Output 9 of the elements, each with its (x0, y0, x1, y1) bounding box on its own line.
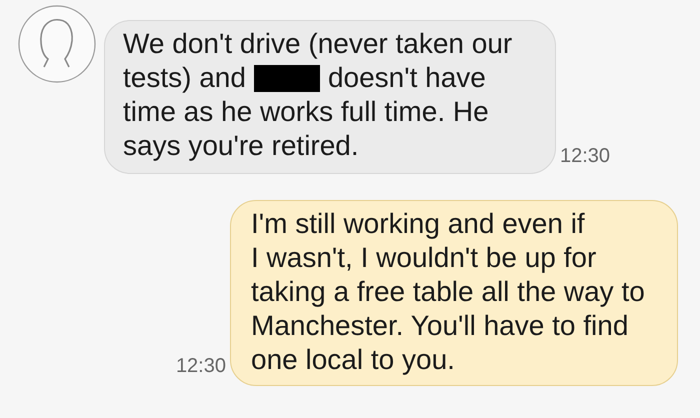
timestamp: 12:30 (176, 355, 226, 378)
message-text: We don't drive (never taken our (123, 27, 512, 61)
message-text: doesn't have (328, 61, 486, 95)
message-text: time as he works full time. He (123, 95, 489, 129)
message-text: I'm still working and even if I wasn't, I wouldn't be up for taking a free table all the way to Manchester. You'll have to find one local to you. (251, 207, 646, 377)
message-text: says you're retired. (123, 129, 359, 163)
message-text: tests) and (123, 61, 246, 95)
timestamp: 12:30 (560, 145, 610, 168)
avatar-icon (18, 5, 96, 83)
